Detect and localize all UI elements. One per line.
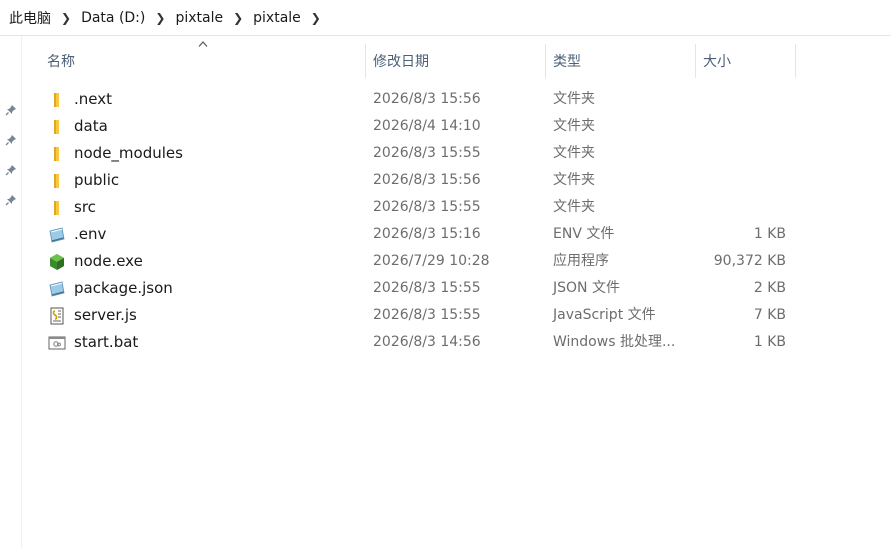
file-type: ENV 文件 [553,226,615,242]
file-row[interactable]: data 2026/8/4 14:10 文件夹 [22,113,782,140]
script-file-icon [50,307,64,325]
column-header-date[interactable]: 修改日期 [373,44,545,78]
file-type: JSON 文件 [553,280,620,296]
folder-icon [54,93,59,107]
pin-icon[interactable] [5,194,17,206]
file-name: node_modules [74,144,183,162]
file-date: 2026/8/3 15:56 [373,172,481,188]
file-name: public [74,171,120,189]
file-date: 2026/8/3 15:55 [373,145,481,161]
pin-icon[interactable] [5,104,17,116]
file-size: 90,372 KB [713,253,786,269]
file-name: node.exe [74,252,143,270]
file-name: package.json [74,279,173,297]
chevron-right-icon[interactable]: ❯ [61,11,71,25]
file-date: 2026/8/3 15:55 [373,307,481,323]
file-size: 1 KB [753,334,786,350]
file-size: 2 KB [753,280,786,296]
quick-access-pin-rail [0,36,22,548]
column-header-size[interactable]: 大小 [703,44,795,78]
folder-icon [54,201,59,215]
file-date: 2026/8/3 15:55 [373,199,481,215]
folder-icon [54,174,59,188]
breadcrumb-item-drive[interactable]: Data (D:) [80,10,146,26]
column-divider[interactable] [795,44,796,78]
file-date: 2026/8/3 15:16 [373,226,481,242]
pin-icon[interactable] [5,164,17,176]
file-name: data [74,117,108,135]
file-row[interactable]: node_modules 2026/8/3 15:55 文件夹 [22,140,782,167]
generic-file-icon [49,281,65,297]
file-list: .next 2026/8/3 15:56 文件夹 data 2026/8/4 1… [22,86,891,356]
file-row[interactable]: src 2026/8/3 15:55 文件夹 [22,194,782,221]
column-divider[interactable] [545,44,546,78]
file-date: 2026/8/3 14:56 [373,334,481,350]
breadcrumb: 此电脑 ❯ Data (D:) ❯ pixtale ❯ pixtale ❯ [0,0,891,36]
file-type: Windows 批处理... [553,334,676,350]
column-headers: 名称 修改日期 类型 大小 [22,41,891,78]
folder-icon [54,120,59,134]
folder-icon [54,147,59,161]
file-date: 2026/8/3 15:56 [373,91,481,107]
file-type: 文件夹 [553,172,595,188]
column-header-name[interactable]: 名称 [47,44,365,78]
column-divider[interactable] [365,44,366,78]
breadcrumb-item-this-pc[interactable]: 此电脑 [8,8,52,28]
file-row[interactable]: server.js 2026/8/3 15:55 JavaScript 文件 7… [22,302,786,329]
file-name: src [74,198,96,216]
file-row[interactable]: .env 2026/8/3 15:16 ENV 文件 1 KB [22,221,786,248]
nodejs-icon [50,254,64,270]
file-type: 文件夹 [553,145,595,161]
file-type: 文件夹 [553,118,595,134]
file-size: 1 KB [753,226,786,242]
file-type: 文件夹 [553,91,595,107]
batch-file-icon [48,336,66,350]
file-type: 应用程序 [553,253,609,269]
breadcrumb-item-folder[interactable]: pixtale [174,10,224,26]
chevron-right-icon[interactable]: ❯ [233,11,243,25]
file-size: 7 KB [753,307,786,323]
file-date: 2026/8/4 14:10 [373,118,481,134]
pin-icon[interactable] [5,134,17,146]
file-row[interactable]: package.json 2026/8/3 15:55 JSON 文件 2 KB [22,275,786,302]
breadcrumb-item-current-folder[interactable]: pixtale [252,10,302,26]
file-row[interactable]: node.exe 2026/7/29 10:28 应用程序 90,372 KB [22,248,786,275]
file-name: start.bat [74,333,139,351]
file-row[interactable]: public 2026/8/3 15:56 文件夹 [22,167,782,194]
column-header-type[interactable]: 类型 [553,44,695,78]
file-date: 2026/7/29 10:28 [373,253,490,269]
column-divider[interactable] [695,44,696,78]
generic-file-icon [49,227,65,243]
file-date: 2026/8/3 15:55 [373,280,481,296]
chevron-right-icon[interactable]: ❯ [311,11,321,25]
chevron-right-icon[interactable]: ❯ [155,11,165,25]
file-name: .next [74,90,112,108]
file-row[interactable]: start.bat 2026/8/3 14:56 Windows 批处理... … [22,329,786,356]
file-row[interactable]: .next 2026/8/3 15:56 文件夹 [22,86,782,113]
file-name: .env [74,225,107,243]
file-name: server.js [74,306,137,324]
file-type: JavaScript 文件 [553,307,656,323]
file-type: 文件夹 [553,199,595,215]
